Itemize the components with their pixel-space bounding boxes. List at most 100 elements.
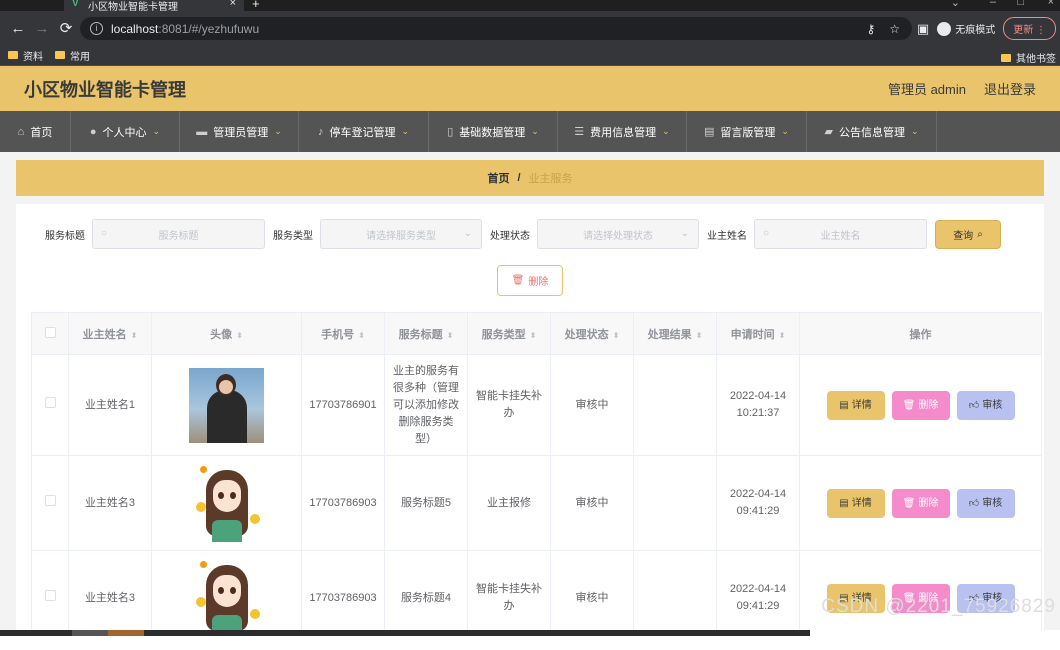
- bookmark-folder-1[interactable]: 资料: [8, 48, 43, 63]
- service-type-select[interactable]: 请选择服务类型 ⌄: [320, 219, 482, 249]
- trash-icon: 🗑︎: [902, 399, 916, 411]
- chevron-down-icon[interactable]: ⌄: [951, 0, 960, 9]
- query-button[interactable]: 查询 ⌕: [935, 219, 1001, 249]
- sort-icon[interactable]: ⬍: [530, 331, 537, 340]
- col-header[interactable]: 手机号 ⬍: [301, 312, 385, 355]
- owner-name-cell: 业主姓名3: [68, 455, 152, 551]
- nav-item-fees[interactable]: ☰ 费用信息管理 ⌄: [558, 111, 687, 152]
- result-cell: [633, 354, 717, 456]
- col-header[interactable]: 服务标题 ⬍: [384, 312, 468, 355]
- detail-button[interactable]: ▤ 详情: [826, 390, 885, 420]
- nav-item-admin[interactable]: ▬ 管理员管理 ⌄: [180, 111, 299, 152]
- browser-tab[interactable]: V 小区物业智能卡管理 ×: [64, 0, 244, 11]
- table-row: 业主姓名1 17703786901 业主的服务有很多种（管理可以添加修改删除服务…: [31, 354, 1042, 456]
- nav-label: 个人中心: [102, 126, 147, 139]
- col-header-label: 处理结果: [647, 328, 692, 341]
- detail-button[interactable]: ▤ 详情: [826, 488, 885, 518]
- col-header[interactable]: 申请时间 ⬍: [716, 312, 800, 355]
- taskbar-item[interactable]: [72, 630, 108, 636]
- star-icon[interactable]: ☆: [889, 22, 900, 36]
- taskbar-item[interactable]: [108, 630, 144, 636]
- search-icon: ○: [101, 228, 108, 239]
- phone-cell: 17703786903: [301, 455, 385, 551]
- nav-item-notices[interactable]: ▰ 公告信息管理 ⌄: [807, 111, 937, 152]
- nav-label: 首页: [30, 126, 53, 139]
- audit-button[interactable]: 👍︎ 审核: [956, 390, 1015, 420]
- sort-icon[interactable]: ⬍: [613, 331, 620, 340]
- key-icon[interactable]: ⚷: [866, 22, 875, 36]
- col-header-label: 服务标题: [398, 328, 443, 341]
- row-checkbox[interactable]: [44, 494, 56, 506]
- sort-icon[interactable]: ⬍: [236, 331, 243, 340]
- incognito-indicator[interactable]: 无痕模式: [937, 21, 995, 36]
- maximize-icon[interactable]: □: [1017, 0, 1024, 8]
- service-title-cell: 服务标题5: [384, 455, 468, 551]
- status-select[interactable]: 请选择处理状态 ⌄: [537, 219, 699, 249]
- service-type-cell: 智能卡挂失补办: [467, 550, 551, 630]
- minimize-icon[interactable]: –: [990, 0, 996, 8]
- sort-icon[interactable]: ⬍: [358, 331, 365, 340]
- update-button[interactable]: 更新 ⋮: [1003, 17, 1056, 40]
- nav-item-profile[interactable]: ● 个人中心 ⌄: [71, 111, 180, 152]
- nav-label: 公告信息管理: [838, 126, 905, 139]
- col-header[interactable]: 服务类型 ⬍: [467, 312, 551, 355]
- owner-name-cell: 业主姓名3: [68, 550, 152, 630]
- app-header: 小区物业智能卡管理 管理员 admin 退出登录: [0, 66, 1060, 111]
- trash-icon: 🗑︎: [511, 275, 525, 286]
- phone-cell: 17703786901: [301, 354, 385, 456]
- col-header-label: 头像: [210, 328, 233, 341]
- col-header[interactable]: 处理状态 ⬍: [550, 312, 634, 355]
- table-row: 业主姓名3 17703786903 服务标题4 智能卡挂失补办 审核中 2022…: [31, 550, 1042, 630]
- result-cell: [633, 455, 717, 551]
- owner-name-input[interactable]: ○ 业主姓名: [754, 219, 927, 249]
- status-cell: 审核中: [550, 455, 634, 551]
- nav-item-messages[interactable]: ▤ 留言版管理 ⌄: [687, 111, 807, 152]
- audit-button[interactable]: 👍︎ 审核: [956, 488, 1015, 518]
- batch-delete-button[interactable]: 🗑︎ 删除: [497, 265, 563, 296]
- new-tab-icon[interactable]: +: [252, 0, 260, 11]
- sort-icon[interactable]: ⬍: [447, 331, 454, 340]
- sidepanel-icon[interactable]: ▣: [917, 21, 929, 37]
- app-title: 小区物业智能卡管理: [24, 79, 186, 100]
- chevron-down-icon: ⌄: [531, 126, 539, 136]
- apply-time-cell: 2022-04-14 10:21:37: [716, 354, 800, 456]
- close-window-icon[interactable]: ×: [1048, 0, 1054, 8]
- audit-label: 审核: [982, 497, 1003, 509]
- filter-title-label: 服务标题: [45, 230, 85, 242]
- delete-button[interactable]: 🗑︎ 删除: [891, 390, 950, 420]
- current-user: 管理员 admin: [887, 82, 966, 97]
- back-icon[interactable]: ←: [6, 20, 30, 37]
- select-all-checkbox[interactable]: [44, 326, 56, 338]
- row-select-cell: [31, 455, 69, 551]
- sort-icon[interactable]: ⬍: [779, 331, 786, 340]
- breadcrumb-home[interactable]: 首页: [487, 170, 509, 186]
- nav-item-basic-data[interactable]: ▯ 基础数据管理 ⌄: [429, 111, 558, 152]
- row-select-cell: [31, 550, 69, 630]
- bookmarks-bar: 资料 常用 其他书签: [0, 45, 1060, 66]
- search-icon: ○: [763, 228, 770, 239]
- avatar-cell: [151, 455, 302, 551]
- result-cell: [633, 550, 717, 630]
- table-row: 业主姓名3 17703786903 服务标题5 业主报修 审核中 2022-04…: [31, 455, 1042, 551]
- chevron-down-icon: ⌄: [781, 126, 789, 136]
- col-header[interactable]: 业主姓名 ⬍: [68, 312, 152, 355]
- tab-close-icon[interactable]: ×: [230, 0, 236, 9]
- sort-icon[interactable]: ⬍: [131, 331, 138, 340]
- nav-item-parking[interactable]: ♪ 停车登记管理 ⌄: [299, 111, 429, 152]
- service-title-input[interactable]: ○ 服务标题: [92, 219, 265, 249]
- message-icon: ▤: [704, 126, 715, 138]
- delete-button[interactable]: 🗑︎ 删除: [891, 488, 950, 518]
- forward-icon[interactable]: →: [30, 20, 54, 37]
- col-header[interactable]: 处理结果 ⬍: [633, 312, 717, 355]
- other-bookmarks[interactable]: 其他书签: [1001, 50, 1056, 65]
- logout-link[interactable]: 退出登录: [984, 79, 1036, 98]
- nav-item-home[interactable]: ⌂ 首页: [0, 111, 71, 152]
- reload-icon[interactable]: ⟳: [54, 19, 78, 37]
- row-checkbox[interactable]: [44, 589, 56, 601]
- sort-icon[interactable]: ⬍: [696, 331, 703, 340]
- row-checkbox[interactable]: [44, 396, 56, 408]
- bookmark-folder-2[interactable]: 常用: [55, 48, 90, 63]
- col-header[interactable]: 头像 ⬍: [151, 312, 302, 355]
- url-input[interactable]: i localhost:8081/#/yezhufuwu ⚷ ☆: [80, 17, 912, 40]
- info-icon[interactable]: i: [90, 22, 103, 35]
